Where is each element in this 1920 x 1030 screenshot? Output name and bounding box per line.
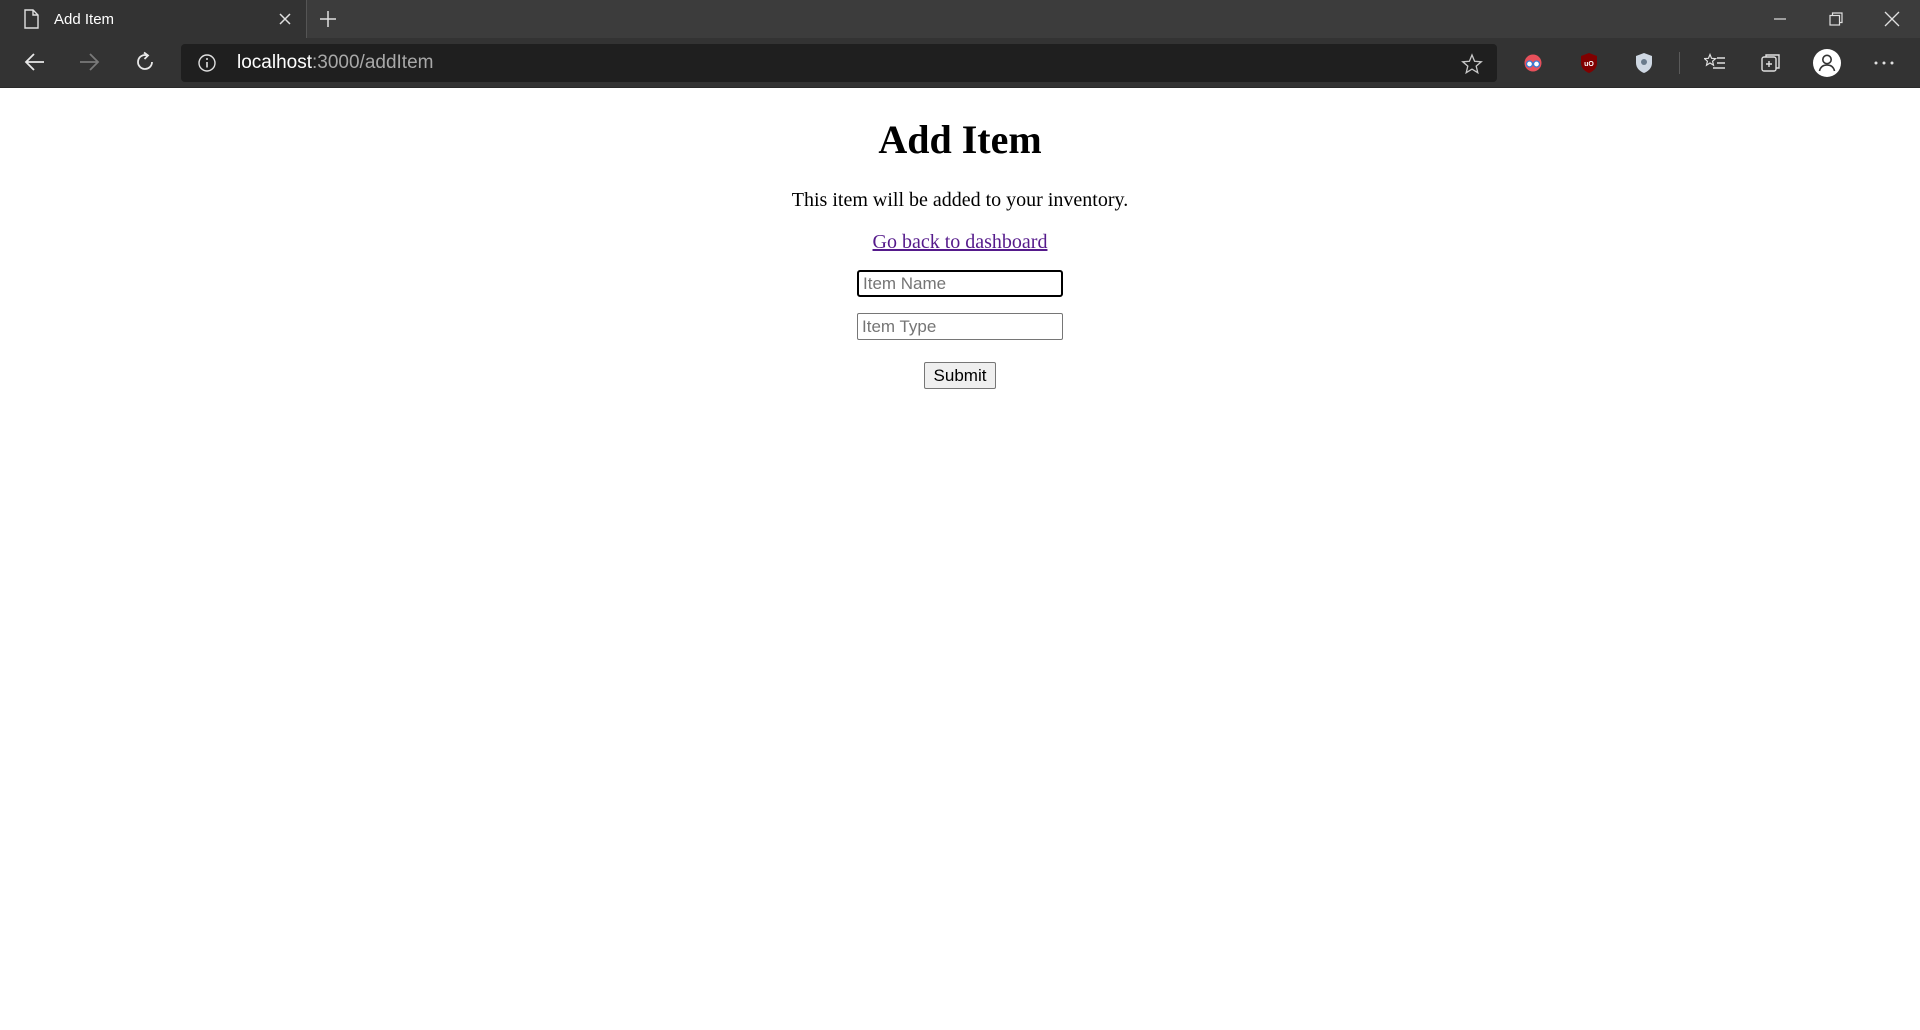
address-bar[interactable]: localhost:3000/addItem	[181, 44, 1497, 82]
favorites-list-icon[interactable]	[1698, 46, 1732, 80]
submit-row: Submit	[0, 362, 1920, 389]
page-description: This item will be added to your inventor…	[791, 189, 1129, 211]
forward-arrow-icon[interactable]	[69, 44, 109, 80]
restore-icon[interactable]	[1808, 0, 1864, 38]
close-window-icon[interactable]	[1864, 0, 1920, 38]
minimize-icon[interactable]	[1752, 0, 1808, 38]
navigation-toolbar: localhost:3000/addItem uO	[0, 38, 1920, 88]
item-name-row	[0, 270, 1920, 297]
toolbar-divider	[1679, 52, 1680, 74]
window-controls	[1752, 0, 1920, 38]
info-icon[interactable]	[197, 53, 217, 73]
url-path: :3000/addItem	[312, 52, 434, 73]
new-tab-icon[interactable]	[313, 4, 343, 34]
favorite-star-icon[interactable]	[1461, 53, 1483, 75]
refresh-icon[interactable]	[125, 44, 165, 80]
ublock-origin-icon[interactable]: uO	[1572, 46, 1606, 80]
profile-avatar-icon[interactable]	[1810, 46, 1844, 80]
item-type-input[interactable]	[857, 313, 1063, 340]
item-type-row	[0, 313, 1920, 340]
shield-extension-icon[interactable]	[1627, 46, 1661, 80]
close-tab-icon[interactable]	[270, 4, 300, 34]
collections-icon[interactable]	[1754, 46, 1788, 80]
browser-chrome: Add Item localhost:3000/addItem uO	[0, 0, 1920, 88]
page-content: Add Item This item will be added to your…	[0, 88, 1920, 1030]
tab-title: Add Item	[54, 10, 115, 28]
back-to-dashboard-link[interactable]: Go back to dashboard	[873, 230, 1048, 254]
url-host: localhost	[237, 52, 312, 73]
submit-button[interactable]: Submit	[923, 362, 997, 389]
page-title: Add Item	[878, 117, 1042, 162]
tab-add-item[interactable]: Add Item	[0, 0, 307, 38]
more-options-icon[interactable]	[1867, 46, 1901, 80]
item-name-input[interactable]	[857, 270, 1063, 297]
extension-glasses-icon[interactable]	[1516, 46, 1550, 80]
page-icon	[22, 9, 40, 29]
back-arrow-icon[interactable]	[15, 44, 55, 80]
tab-bar: Add Item	[0, 0, 1920, 38]
svg-text:uO: uO	[1584, 61, 1594, 68]
